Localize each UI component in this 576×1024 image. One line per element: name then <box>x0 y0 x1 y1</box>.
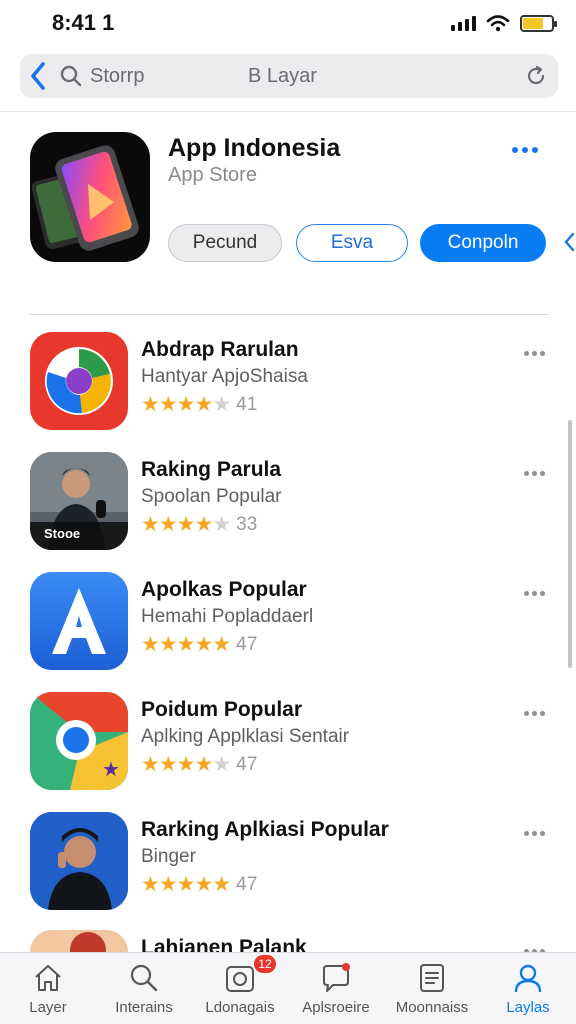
app-title: Apolkas Popular <box>141 578 307 601</box>
app-title: Abdrap Rarulan <box>141 338 299 361</box>
app-icon[interactable] <box>30 572 128 670</box>
chat-icon <box>323 963 350 992</box>
document-icon <box>420 964 444 992</box>
more-dot-icon <box>522 147 528 153</box>
tab-label: Laylas <box>506 999 550 1016</box>
more-button[interactable] <box>524 588 550 598</box>
app-subtitle: Binger <box>141 846 196 867</box>
app-subtitle: Spoolan Popular <box>141 486 282 507</box>
search-icon <box>130 964 158 992</box>
star-rating-icon: ★★★★★ <box>141 513 231 536</box>
tab-label: Moonnaiss <box>395 999 469 1016</box>
notification-badge: 12 <box>254 955 276 973</box>
wifi-icon <box>486 15 510 32</box>
profile-icon <box>514 964 542 993</box>
status-time: 8:41 1 <box>52 10 115 35</box>
chevron-left-icon <box>31 62 45 90</box>
app-icon[interactable]: ★ <box>30 692 128 790</box>
status-bar: 8:41 1 <box>0 0 576 48</box>
more-button[interactable] <box>524 468 550 478</box>
tab-interains[interactable]: Interains <box>96 953 192 1024</box>
tab-label: Aplsroeire <box>302 999 370 1016</box>
app-list-item[interactable]: Apolkas Popular Hemahi Popladdaerl ★★★★★… <box>0 572 576 682</box>
app-list-item[interactable]: ★ Poidum Popular Aplking Applklasi Senta… <box>0 692 576 802</box>
tab-layer[interactable]: Layer <box>0 953 96 1024</box>
star-rating-icon: ★★★★★ <box>141 393 231 416</box>
outline-button[interactable]: Esva <box>296 224 408 262</box>
app-list-item[interactable]: Rarking Aplkiasi Popular Binger ★★★★★ 47 <box>0 812 576 922</box>
back-button[interactable] <box>20 54 56 98</box>
search-placeholder: Storrp <box>90 64 145 87</box>
app-rating: ★★★★★ 41 <box>141 392 257 417</box>
more-button[interactable] <box>524 708 550 718</box>
rating-count: 47 <box>236 633 258 655</box>
star-rating-icon: ★★★★★ <box>141 633 231 656</box>
hero-more-button[interactable] <box>512 140 552 160</box>
app-title: Raking Parula <box>141 458 282 481</box>
tab-label: Ldonagais <box>205 999 275 1016</box>
hero-app-title: App Indonesia <box>168 134 341 162</box>
more-button[interactable] <box>524 828 550 838</box>
cellular-signal-icon <box>451 15 476 31</box>
tab-label: Layer <box>29 999 67 1016</box>
reload-icon <box>527 65 545 85</box>
tab-ldonagais[interactable]: 12 Ldonagais <box>192 953 288 1024</box>
tab-laylas[interactable]: Laylas <box>480 953 576 1024</box>
app-subtitle: Hantyar ApjoShaisa <box>141 366 308 387</box>
app-rating: ★★★★★ 47 <box>141 632 257 657</box>
app-icon[interactable] <box>30 332 128 430</box>
tab-aplsroeire[interactable]: Aplsroeire <box>288 953 384 1024</box>
hero-app-subtitle: App Store <box>168 164 257 186</box>
app-subtitle: Aplking Applklasi Sentair <box>141 726 350 747</box>
rating-count: 41 <box>236 393 258 415</box>
url-title: B Layar <box>248 65 317 87</box>
section-divider <box>30 314 548 315</box>
star-rating-icon: ★★★★★ <box>141 873 231 896</box>
hero-app-icon[interactable] <box>30 132 150 262</box>
rating-count: 33 <box>236 513 258 535</box>
app-list-item[interactable]: Abdrap Rarulan Hantyar ApjoShaisa ★★★★★ … <box>0 332 576 442</box>
app-icon[interactable] <box>30 812 128 910</box>
tab-bar: Layer Interains 12 Ldonagais Aplsroeire … <box>0 952 576 1024</box>
primary-button[interactable]: Conpoln <box>420 224 546 262</box>
app-rating: ★★★★★ 47 <box>141 752 257 777</box>
search-icon <box>60 65 82 87</box>
rating-count: 47 <box>236 873 258 895</box>
app-subtitle: Hemahi Popladdaerl <box>141 606 314 627</box>
app-icon[interactable] <box>30 930 128 952</box>
home-icon <box>35 965 61 991</box>
app-title: Lahianen Palank <box>141 936 307 952</box>
app-icon[interactable]: Stooe <box>30 452 128 550</box>
camera-icon <box>226 966 254 992</box>
more-dot-icon <box>512 147 518 153</box>
app-list-item[interactable]: Stooe Raking Parula Spoolan Popular ★★★★… <box>0 452 576 562</box>
rating-count: 47 <box>236 753 258 775</box>
header-divider <box>0 111 576 112</box>
star-rating-icon: ★★★★★ <box>141 753 231 776</box>
app-title: Poidum Popular <box>141 698 303 721</box>
app-rating: ★★★★★ 33 <box>141 512 257 537</box>
search-field[interactable]: Storrp <box>60 54 144 98</box>
status-icons <box>451 14 557 32</box>
reload-button[interactable] <box>520 60 552 92</box>
tab-label: Interains <box>115 999 173 1016</box>
scrollbar[interactable] <box>568 420 572 668</box>
app-title: Rarking Aplkiasi Popular <box>141 818 389 841</box>
more-button[interactable] <box>524 348 550 358</box>
chevron-left-icon[interactable] <box>563 230 575 254</box>
icon-caption: Stooe <box>44 526 81 541</box>
url-bar[interactable]: Storrp B Layar <box>20 54 558 98</box>
app-rating: ★★★★★ 47 <box>141 872 257 897</box>
secondary-button[interactable]: Pecund <box>168 224 282 262</box>
tab-moonnaiss[interactable]: Moonnaiss <box>384 953 480 1024</box>
svg-text:★: ★ <box>102 757 120 781</box>
more-dot-icon <box>532 147 538 153</box>
app-list-item[interactable]: Lahianen Palank <box>0 930 576 952</box>
battery-icon <box>520 14 557 32</box>
